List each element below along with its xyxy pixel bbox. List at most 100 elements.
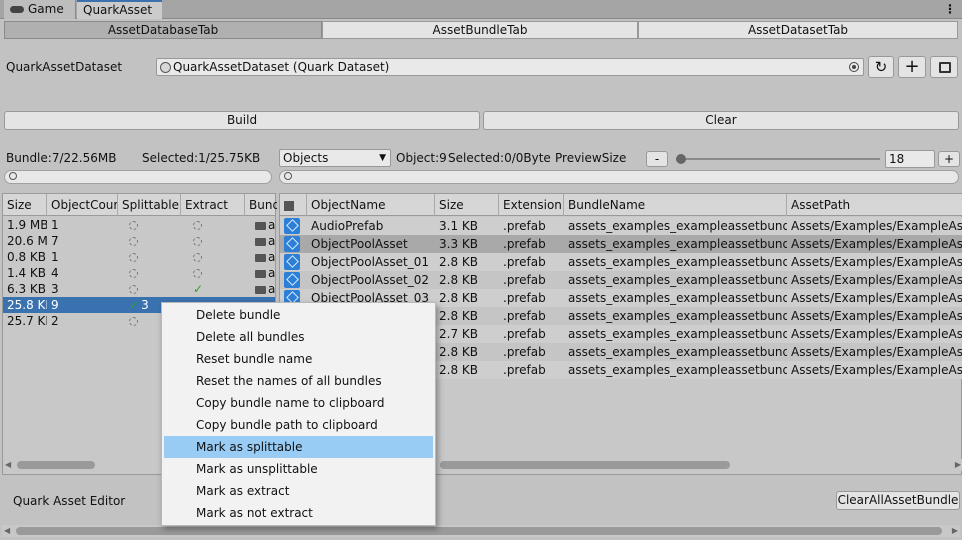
splittable-cell[interactable] [125, 217, 181, 233]
splittable-cell[interactable] [125, 265, 181, 281]
search-icon [9, 172, 17, 180]
bundle-name-cell: a [251, 217, 275, 233]
object-picker-icon[interactable] [849, 62, 859, 72]
menu-item-delete-all-bundles[interactable]: Delete all bundles [164, 326, 433, 348]
extension-cell: .prefab [503, 237, 546, 251]
col-bundle-name-object[interactable]: BundleName [564, 194, 787, 216]
table-row[interactable]: 1.9 MB 1 a [3, 217, 275, 233]
refresh-button[interactable]: ↻ [868, 56, 894, 78]
object-search-input[interactable] [279, 170, 959, 184]
object-size-cell: 2.8 KB [439, 309, 478, 323]
table-row[interactable]: 6.3 KB 3 ✓ a [3, 281, 275, 297]
menu-item-mark-as-not-extract[interactable]: Mark as not extract [164, 502, 433, 524]
preview-size-input[interactable]: 18 [885, 150, 935, 168]
object-scroll-thumb[interactable] [440, 461, 730, 469]
object-size-cell: 3.3 KB [439, 237, 478, 251]
window-hscroll[interactable]: ◀ ▶ [2, 525, 960, 537]
dataset-object-field[interactable]: QuarkAssetDataset (Quark Dataset) [156, 58, 864, 76]
col-asset-path[interactable]: AssetPath [787, 194, 962, 216]
col-object-name[interactable]: ObjectName [307, 194, 435, 216]
col-splittable[interactable]: Splittable [118, 194, 181, 216]
menu-item-mark-as-extract[interactable]: Mark as extract [164, 480, 433, 502]
col-object-count[interactable]: ObjectCour [47, 194, 118, 216]
table-row[interactable]: ObjectPoolAsset_01 2.8 KB .prefab assets_ex… [280, 253, 962, 271]
splittable-cell[interactable] [125, 249, 181, 265]
extract-cell[interactable] [189, 217, 245, 233]
bundle-name-text: a [268, 218, 275, 232]
prefab-icon [284, 218, 300, 234]
menu-item-mark-as-unsplittable[interactable]: Mark as unsplittable [164, 458, 433, 480]
bundle-count-cell: 3 [51, 282, 59, 296]
prefab-icon [284, 254, 300, 270]
clear-all-asset-bundle-button[interactable]: ClearAllAssetBundle [836, 491, 960, 510]
tab-asset-database[interactable]: AssetDatabaseTab [4, 21, 322, 39]
splittable-cell[interactable] [125, 233, 181, 249]
tab-asset-bundle[interactable]: AssetBundleTab [322, 21, 638, 39]
preview-minus-button[interactable]: - [646, 151, 668, 167]
extract-cell[interactable]: ✓ [189, 281, 245, 297]
tab-quark-asset[interactable]: QuarkAsset [77, 0, 162, 19]
tab-game[interactable]: Game [4, 0, 76, 19]
col-object-size[interactable]: Size [435, 194, 499, 216]
scroll-left-icon[interactable]: ◀ [4, 526, 10, 535]
bundle-scroll-thumb[interactable] [17, 461, 95, 469]
bundle-name-cell: assets_examples_exampleassetbundle [568, 219, 787, 233]
preview-size-slider[interactable] [676, 154, 880, 164]
bundle-count-cell: 1 [51, 250, 59, 264]
objects-dropdown[interactable]: Objects ▼ [279, 149, 391, 167]
bundle-search-input[interactable] [4, 170, 272, 184]
extract-cell[interactable] [189, 265, 245, 281]
folder-icon [255, 253, 266, 262]
objects-dropdown-value: Objects [283, 151, 329, 165]
menu-item-copy-bundle-name-to-clipboard[interactable]: Copy bundle name to clipboard [164, 392, 433, 414]
bundle-name-cell: a [251, 281, 275, 297]
table-row[interactable]: ObjectPoolAsset_02 2.8 KB .prefab assets_ex… [280, 271, 962, 289]
save-button[interactable] [930, 56, 958, 78]
toggle-off-icon [129, 253, 138, 262]
menu-item-copy-bundle-path-to-clipboard[interactable]: Copy bundle path to clipboard [164, 414, 433, 436]
object-name-cell: ObjectPoolAsset_01 [311, 255, 429, 269]
menu-item-reset-the-names-of-all-bundles[interactable]: Reset the names of all bundles [164, 370, 433, 392]
split-count: 3 [141, 298, 149, 312]
col-bundle-name[interactable]: Bund [245, 194, 277, 216]
build-button[interactable]: Build [4, 111, 480, 130]
table-row[interactable]: 0.8 KB 1 a [3, 249, 275, 265]
dataset-asset-icon [160, 62, 171, 73]
col-extension[interactable]: Extension [499, 194, 564, 216]
object-size-cell: 2.8 KB [439, 345, 478, 359]
bundle-name-cell: assets_examples_exampleassetbundle [568, 363, 787, 377]
bundle-table-header: Size ObjectCour Splittable Extract Bund [3, 194, 277, 216]
add-button[interactable]: + [898, 56, 926, 78]
col-icon[interactable] [280, 194, 307, 216]
menu-item-delete-bundle[interactable]: Delete bundle [164, 304, 433, 326]
clear-button[interactable]: Clear [483, 111, 959, 130]
bundle-name-cell: assets_examples_exampleassetbundle [568, 273, 787, 287]
object-size-cell: 3.1 KB [439, 219, 478, 233]
toggle-off-icon [193, 269, 202, 278]
col-size[interactable]: Size [3, 194, 47, 216]
slider-thumb[interactable] [676, 154, 686, 164]
table-row[interactable]: 1.4 KB 4 a [3, 265, 275, 281]
more-options-icon[interactable]: ⋮ [944, 0, 956, 19]
table-row[interactable]: 20.6 M 7 a [3, 233, 275, 249]
extract-cell[interactable] [189, 249, 245, 265]
preview-plus-button[interactable]: + [938, 151, 960, 167]
window-scroll-thumb[interactable] [16, 527, 942, 535]
folder-icon [255, 237, 266, 246]
extract-cell[interactable] [189, 233, 245, 249]
scroll-left-icon[interactable]: ◀ [5, 460, 11, 469]
menu-item-mark-as-splittable[interactable]: Mark as splittable [164, 436, 433, 458]
scroll-right-icon[interactable]: ▶ [955, 460, 961, 469]
table-row[interactable]: ObjectPoolAsset 3.3 KB .prefab assets_examp… [280, 235, 962, 253]
context-menu: Delete bundle Delete all bundles Reset bun… [161, 302, 436, 526]
menu-item-reset-bundle-name[interactable]: Reset bundle name [164, 348, 433, 370]
col-extract[interactable]: Extract [181, 194, 245, 216]
tab-asset-dataset[interactable]: AssetDatasetTab [638, 21, 958, 39]
object-size-cell: 2.7 KB [439, 327, 478, 341]
extension-cell: .prefab [503, 327, 546, 341]
toggle-off-icon [193, 237, 202, 246]
scroll-right-icon[interactable]: ▶ [952, 526, 958, 535]
bundle-name-text: a [268, 250, 275, 264]
splittable-cell[interactable] [125, 281, 181, 297]
table-row[interactable]: AudioPrefab 3.1 KB .prefab assets_examples_… [280, 217, 962, 235]
